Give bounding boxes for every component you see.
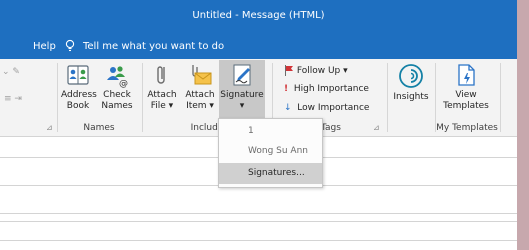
- attach-file-button[interactable]: Attach File ▾: [146, 62, 178, 112]
- header-divider: [0, 240, 517, 241]
- signature-label: Signature: [220, 90, 264, 100]
- view-templates-label-2: Templates: [443, 101, 489, 111]
- check-names-button[interactable]: @ Check Names: [100, 62, 134, 112]
- envelope-attach-icon: [192, 65, 212, 85]
- view-templates-button[interactable]: View Templates: [438, 62, 494, 112]
- signature-menu-item-label: Wong Su Ann: [248, 146, 308, 156]
- signatures-settings-item[interactable]: Signatures...: [219, 163, 322, 184]
- flag-icon: [285, 65, 293, 76]
- address-book-label-1: Address: [61, 90, 97, 100]
- separator: [435, 63, 436, 132]
- separator: [387, 63, 388, 132]
- separator: [500, 63, 501, 132]
- title-bar: Untitled - Message (HTML): [0, 0, 517, 35]
- high-importance-button[interactable]: ! High Importance: [284, 84, 369, 94]
- view-templates-label-1: View: [455, 90, 477, 100]
- separator: [57, 63, 58, 132]
- exclamation-icon: !: [284, 84, 289, 94]
- message-window: Untitled - Message (HTML) Help Tell me w…: [0, 0, 517, 250]
- names-group-label: Names: [83, 123, 115, 133]
- insights-label: Insights: [393, 92, 429, 102]
- follow-up-button[interactable]: Follow Up ▾: [284, 65, 348, 76]
- format-painter-icon[interactable]: ⌄ ✎: [2, 67, 20, 78]
- attach-file-label-2: File ▾: [150, 101, 174, 111]
- templates-icon: [458, 64, 475, 86]
- signature-icon: [233, 64, 251, 86]
- signatures-settings-label: Signatures...: [248, 168, 305, 178]
- lightbulb-icon: [64, 39, 76, 56]
- indent-icon[interactable]: ≡ ⇥: [4, 94, 22, 105]
- my-templates-group-label: My Templates: [436, 123, 498, 133]
- help-tab[interactable]: Help: [33, 41, 56, 52]
- high-importance-label: High Importance: [293, 84, 369, 94]
- svg-text:@: @: [119, 79, 128, 88]
- insights-button[interactable]: Insights: [391, 62, 431, 103]
- attach-file-label-1: Attach: [147, 90, 177, 100]
- signature-menu-item-label: 1: [248, 126, 254, 136]
- insights-icon: [399, 64, 423, 88]
- attach-item-button[interactable]: Attach Item ▾: [183, 62, 217, 112]
- header-divider: [0, 213, 517, 214]
- basic-text-launcher-icon[interactable]: ⊿: [46, 123, 53, 132]
- address-book-label-2: Book: [66, 101, 90, 111]
- low-importance-label: Low Importance: [297, 103, 370, 113]
- separator: [142, 63, 143, 132]
- menu-bar: Help Tell me what you want to do: [0, 35, 517, 59]
- check-names-label-2: Names: [101, 101, 133, 111]
- signature-dropdown-arrow: ▾: [239, 101, 245, 111]
- tags-launcher-icon[interactable]: ⊿: [373, 123, 380, 132]
- down-arrow-icon: ↓: [284, 103, 292, 113]
- paperclip-icon: [157, 66, 165, 84]
- check-names-icon: @: [107, 66, 128, 88]
- signature-menu-item[interactable]: Wong Su Ann: [219, 141, 322, 161]
- signature-dropdown-menu: 1 Wong Su Ann Signatures...: [218, 118, 323, 188]
- header-divider: [0, 221, 517, 222]
- follow-up-label: Follow Up ▾: [296, 66, 348, 76]
- address-book-button[interactable]: Address Book: [61, 62, 97, 112]
- check-names-label-1: Check: [103, 90, 131, 100]
- signature-menu-item[interactable]: 1: [219, 121, 322, 141]
- tell-me-search[interactable]: Tell me what you want to do: [83, 41, 224, 52]
- address-book-icon: [67, 65, 89, 85]
- window-title: Untitled - Message (HTML): [192, 10, 325, 21]
- signature-button[interactable]: Signature ▾: [219, 62, 265, 112]
- attach-item-label-2: Item ▾: [186, 101, 214, 111]
- low-importance-button[interactable]: ↓ Low Importance: [284, 103, 369, 113]
- attach-item-label-1: Attach: [185, 90, 215, 100]
